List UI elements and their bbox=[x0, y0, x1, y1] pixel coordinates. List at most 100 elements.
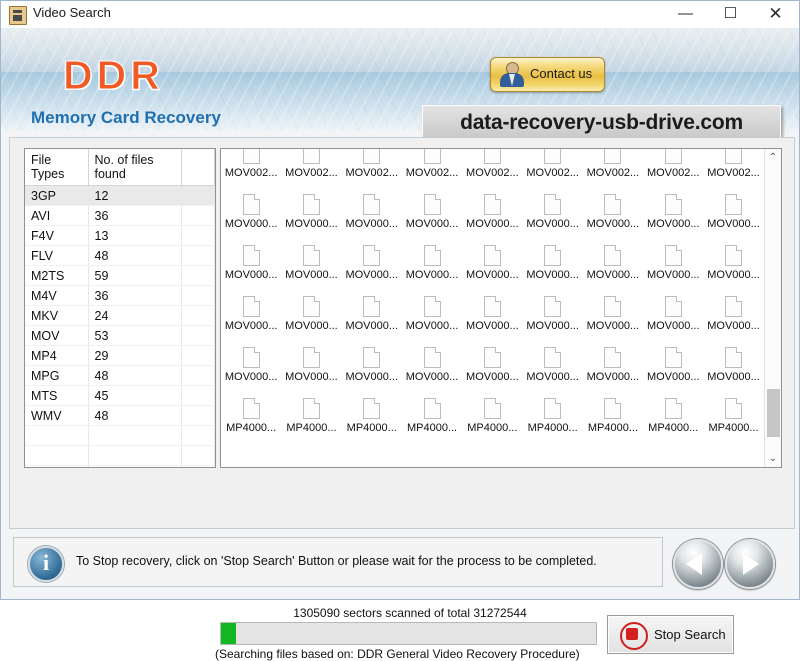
table-row-empty[interactable] bbox=[25, 425, 215, 446]
file-item[interactable]: MOV000... bbox=[703, 181, 763, 232]
scroll-up-icon[interactable]: ⌃ bbox=[765, 149, 781, 166]
file-name-label: MP4000... bbox=[527, 422, 578, 434]
table-row[interactable]: MOV 53 bbox=[25, 325, 215, 346]
file-item[interactable]: MOV002... bbox=[522, 149, 582, 181]
table-row[interactable]: MKV 24 bbox=[25, 305, 215, 326]
grid-row: MOV000... MOV000... MOV000... MOV000... MOV0… bbox=[221, 232, 764, 283]
file-item[interactable]: MOV000... bbox=[342, 181, 402, 232]
file-item[interactable]: MOV000... bbox=[703, 232, 763, 283]
table-row[interactable]: MP4 29 bbox=[25, 345, 215, 366]
contact-us-button[interactable]: Contact us bbox=[490, 57, 605, 92]
file-item[interactable]: MP4000... bbox=[583, 385, 643, 436]
file-item[interactable]: MOV000... bbox=[643, 232, 703, 283]
file-item[interactable]: MOV000... bbox=[522, 181, 582, 232]
file-item[interactable]: MOV002... bbox=[281, 149, 341, 181]
file-icon bbox=[664, 245, 682, 266]
file-icon bbox=[725, 149, 743, 164]
close-button[interactable]: ✕ bbox=[753, 1, 798, 27]
file-item[interactable]: MOV000... bbox=[583, 283, 643, 334]
file-name-label: MOV000... bbox=[405, 371, 459, 383]
file-item[interactable]: MOV000... bbox=[281, 181, 341, 232]
file-item[interactable]: MOV000... bbox=[342, 283, 402, 334]
file-name-label: MOV000... bbox=[646, 218, 700, 230]
stop-search-button[interactable]: Stop Search bbox=[607, 615, 734, 654]
file-item[interactable]: MOV000... bbox=[402, 334, 462, 385]
scroll-down-icon[interactable]: ⌄ bbox=[765, 450, 781, 467]
file-item[interactable]: MP4000... bbox=[281, 385, 341, 436]
file-item[interactable]: MP4000... bbox=[342, 385, 402, 436]
previous-button[interactable] bbox=[673, 539, 723, 589]
cell-blank bbox=[181, 425, 215, 446]
column-header-file-types[interactable]: File Types bbox=[25, 149, 89, 186]
file-item[interactable]: MOV000... bbox=[281, 232, 341, 283]
file-item[interactable]: MOV000... bbox=[281, 283, 341, 334]
file-item[interactable]: MOV002... bbox=[703, 149, 763, 181]
file-item[interactable]: MP4000... bbox=[703, 385, 763, 436]
file-item[interactable]: MOV000... bbox=[221, 181, 281, 232]
grid-row: MOV000... MOV000... MOV000... MOV000... MOV0… bbox=[221, 283, 764, 334]
file-item[interactable]: MOV000... bbox=[462, 334, 522, 385]
scrollbar-thumb[interactable] bbox=[767, 389, 780, 437]
table-row[interactable]: MTS 45 bbox=[25, 385, 215, 406]
file-item[interactable]: MP4000... bbox=[643, 385, 703, 436]
table-row[interactable]: 3GP 12 bbox=[25, 185, 215, 206]
file-item[interactable]: MOV002... bbox=[221, 149, 281, 181]
file-item[interactable]: MOV000... bbox=[281, 334, 341, 385]
file-icon bbox=[604, 149, 622, 164]
file-item[interactable]: MOV000... bbox=[703, 334, 763, 385]
table-row[interactable]: FLV 48 bbox=[25, 245, 215, 266]
file-item[interactable]: MOV000... bbox=[462, 181, 522, 232]
table-row[interactable]: WMV 48 bbox=[25, 405, 215, 426]
file-item[interactable]: MOV000... bbox=[583, 181, 643, 232]
file-item[interactable]: MOV000... bbox=[342, 232, 402, 283]
file-item[interactable]: MOV000... bbox=[342, 334, 402, 385]
file-item[interactable]: MP4000... bbox=[221, 385, 281, 436]
file-item[interactable]: MOV002... bbox=[643, 149, 703, 181]
minimize-button[interactable]: — bbox=[663, 1, 708, 27]
next-button[interactable] bbox=[725, 539, 775, 589]
cell-blank bbox=[88, 425, 182, 446]
file-icon bbox=[604, 398, 622, 419]
file-item[interactable]: MOV000... bbox=[221, 334, 281, 385]
file-item[interactable]: MOV000... bbox=[462, 283, 522, 334]
file-item[interactable]: MOV000... bbox=[643, 334, 703, 385]
file-item[interactable]: MOV002... bbox=[402, 149, 462, 181]
file-types-panel[interactable]: File Types No. of files found 3GP 12 AVI 36… bbox=[24, 148, 216, 468]
file-item[interactable]: MOV000... bbox=[402, 232, 462, 283]
file-icon bbox=[483, 149, 501, 164]
file-item[interactable]: MOV000... bbox=[583, 232, 643, 283]
file-item[interactable]: MP4000... bbox=[522, 385, 582, 436]
file-item[interactable]: MOV000... bbox=[221, 232, 281, 283]
file-item[interactable]: MOV002... bbox=[462, 149, 522, 181]
file-item[interactable]: MOV000... bbox=[462, 232, 522, 283]
file-name-label: MP4000... bbox=[467, 422, 518, 434]
file-item[interactable]: MOV000... bbox=[402, 181, 462, 232]
file-item[interactable]: MP4000... bbox=[402, 385, 462, 436]
table-row-empty[interactable] bbox=[25, 445, 215, 466]
table-row[interactable]: AVI 36 bbox=[25, 205, 215, 226]
recovered-files-grid-panel[interactable]: MOV002... MOV002... MOV002... MOV002... MOV0… bbox=[220, 148, 782, 468]
table-row[interactable]: M4V 36 bbox=[25, 285, 215, 306]
file-item[interactable]: MOV000... bbox=[643, 283, 703, 334]
file-item[interactable]: MOV000... bbox=[703, 283, 763, 334]
file-name-label: MOV000... bbox=[646, 371, 700, 383]
file-item[interactable]: MOV000... bbox=[522, 334, 582, 385]
grid-scrollbar[interactable]: ⌃ ⌄ bbox=[764, 149, 781, 467]
file-item[interactable]: MOV000... bbox=[221, 283, 281, 334]
file-item[interactable]: MOV000... bbox=[522, 283, 582, 334]
file-item[interactable]: MOV000... bbox=[522, 232, 582, 283]
table-row[interactable]: M2TS 59 bbox=[25, 265, 215, 286]
file-item[interactable]: MP4000... bbox=[462, 385, 522, 436]
file-item[interactable]: MOV000... bbox=[583, 334, 643, 385]
table-row[interactable]: MPG 48 bbox=[25, 365, 215, 386]
table-row[interactable]: F4V 13 bbox=[25, 225, 215, 246]
file-icon bbox=[664, 398, 682, 419]
maximize-button[interactable]: ☐ bbox=[708, 1, 753, 27]
column-header-blank[interactable] bbox=[181, 149, 215, 186]
file-item[interactable]: MOV000... bbox=[402, 283, 462, 334]
file-item[interactable]: MOV002... bbox=[583, 149, 643, 181]
file-item[interactable]: MOV002... bbox=[342, 149, 402, 181]
file-item[interactable]: MOV000... bbox=[643, 181, 703, 232]
table-row-empty[interactable] bbox=[25, 465, 215, 467]
column-header-files-found[interactable]: No. of files found bbox=[88, 149, 182, 186]
